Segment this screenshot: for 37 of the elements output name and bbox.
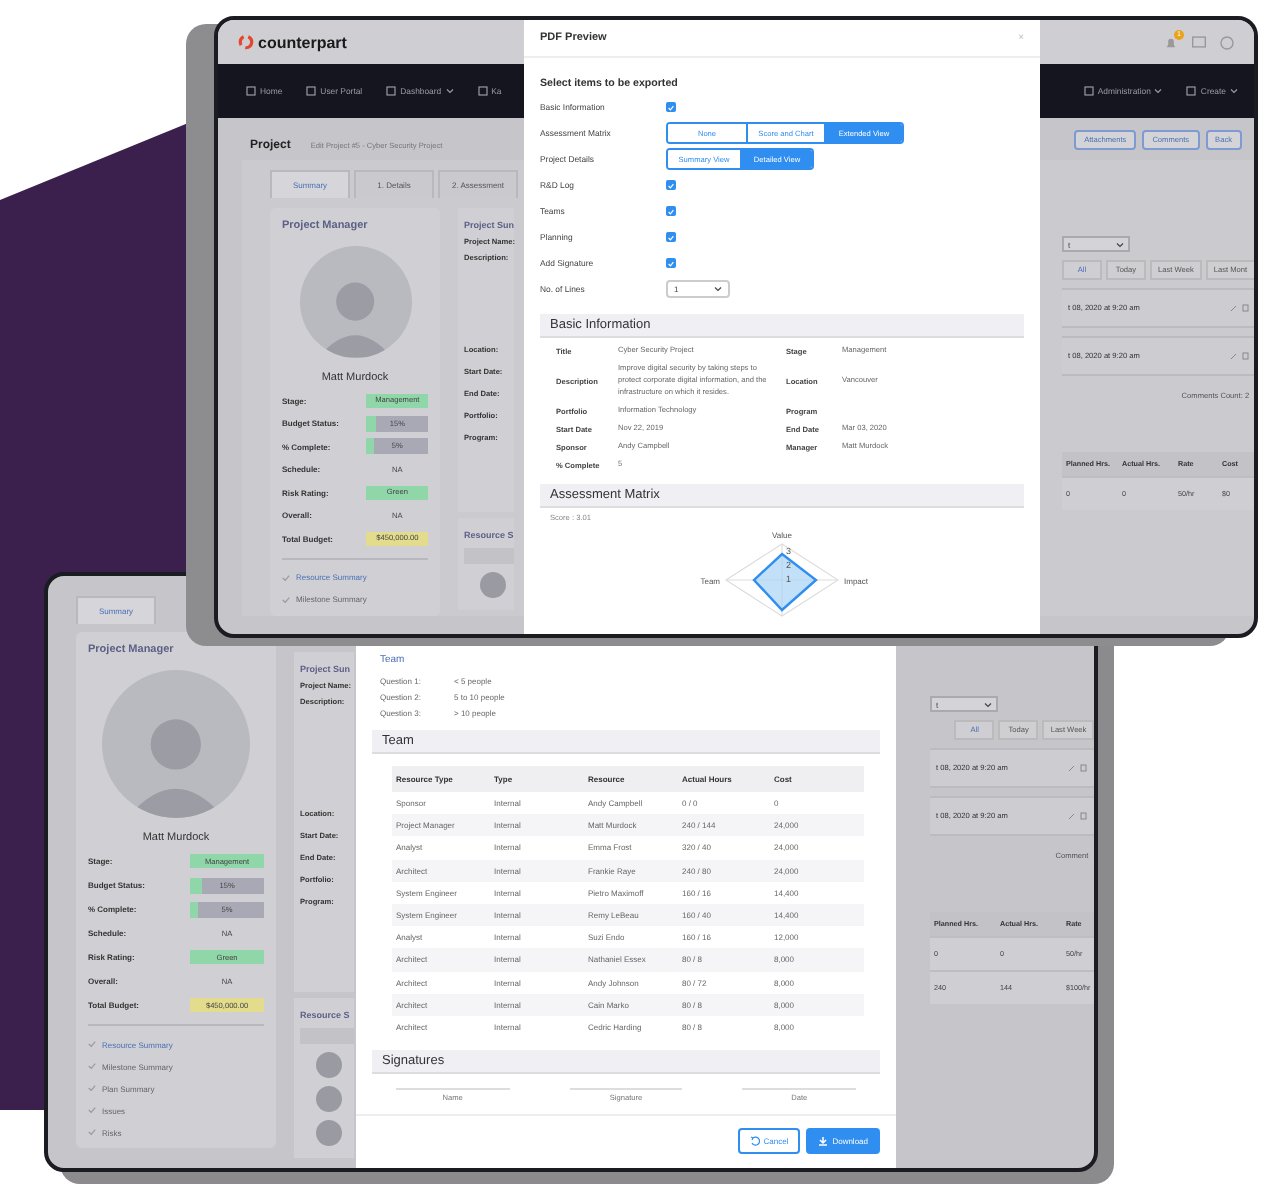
caret-icon bbox=[445, 88, 454, 94]
undo-icon bbox=[749, 1136, 760, 1147]
checkbox[interactable] bbox=[666, 180, 676, 190]
caret-icon bbox=[1154, 88, 1163, 94]
checkbox[interactable] bbox=[666, 258, 676, 268]
mail-icon[interactable] bbox=[1192, 36, 1206, 48]
radar-chart-drawing bbox=[724, 543, 840, 617]
nav-icon bbox=[477, 86, 488, 96]
check-icon bbox=[282, 573, 290, 581]
table-header-bar bbox=[300, 1027, 354, 1044]
checkbox[interactable] bbox=[666, 232, 676, 242]
check-icon bbox=[88, 1062, 96, 1070]
nav-icon bbox=[246, 86, 256, 96]
check-icon bbox=[88, 1040, 96, 1048]
caret-icon bbox=[984, 701, 992, 707]
avatar-placeholder bbox=[480, 571, 506, 598]
help-icon[interactable] bbox=[1220, 35, 1234, 49]
caret-icon bbox=[714, 286, 722, 292]
avatar-placeholder bbox=[316, 1051, 342, 1078]
nav-icon bbox=[306, 86, 317, 96]
logo-icon bbox=[238, 34, 254, 50]
check-icon bbox=[88, 1084, 96, 1092]
avatar-placeholder bbox=[316, 1085, 342, 1112]
caret-icon bbox=[1116, 241, 1124, 247]
caret-icon bbox=[1230, 88, 1238, 94]
nav-icon bbox=[1083, 86, 1094, 96]
check-icon bbox=[88, 1106, 96, 1114]
download-icon bbox=[818, 1136, 829, 1147]
check-icon bbox=[88, 1128, 96, 1136]
bell-icon bbox=[1164, 35, 1178, 49]
nav-icon bbox=[386, 86, 397, 96]
brand-logo: counterpart bbox=[238, 33, 347, 51]
checkbox[interactable] bbox=[666, 102, 676, 112]
avatar-placeholder bbox=[316, 1119, 342, 1146]
check-icon bbox=[282, 595, 290, 603]
nav-icon bbox=[1186, 86, 1197, 96]
checkbox[interactable] bbox=[666, 206, 676, 216]
